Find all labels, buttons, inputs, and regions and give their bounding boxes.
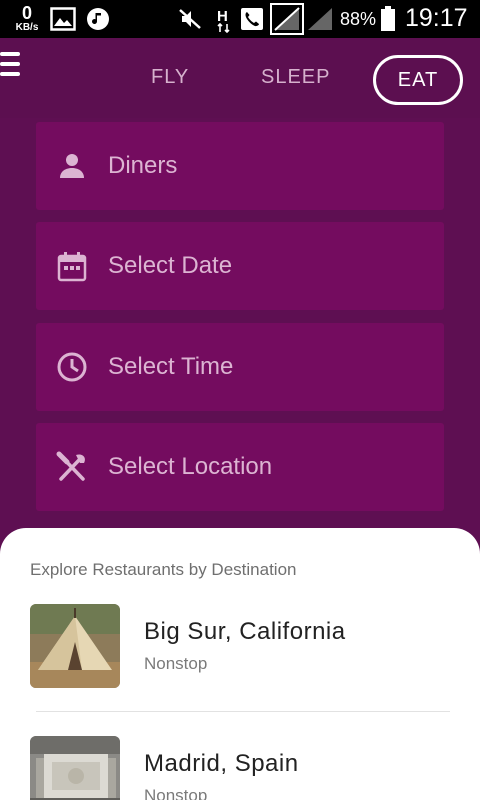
call-icon (241, 8, 263, 30)
clock-icon (57, 352, 87, 382)
battery-percent: 88% (340, 9, 377, 29)
destination-name: Big Sur, California (144, 618, 346, 645)
list-item[interactable]: Madrid, Spain Nonstop (0, 736, 480, 800)
explore-sheet: Explore Restaurants by Destination Big S… (0, 528, 480, 800)
destination-subtitle: Nonstop (144, 654, 208, 673)
clock: 19:17 (405, 4, 468, 32)
net-speed-value: 0 (21, 3, 32, 23)
battery-icon (381, 6, 395, 31)
tab-eat[interactable]: EAT (373, 55, 463, 105)
cutlery-icon (56, 451, 85, 481)
explore-heading: Explore Restaurants by Destination (30, 560, 297, 579)
top-navigation: FLY SLEEP EAT (0, 38, 480, 118)
list-divider (36, 711, 450, 712)
list-item[interactable]: Big Sur, California Nonstop (0, 604, 480, 704)
sim1-signal-icon (270, 3, 304, 35)
time-field[interactable]: Select Time (36, 323, 444, 411)
hamburger-menu-icon[interactable] (0, 52, 22, 78)
svg-text:H: H (217, 8, 228, 25)
diners-label: Diners (108, 152, 178, 179)
music-icon (87, 8, 109, 30)
tab-sleep[interactable]: SLEEP (261, 66, 330, 89)
net-speed-unit: KB/s (15, 22, 39, 33)
destination-subtitle: Nonstop (144, 786, 208, 800)
calendar-icon (57, 252, 87, 282)
location-field[interactable]: Select Location (36, 423, 444, 511)
location-label: Select Location (108, 453, 273, 480)
date-label: Select Date (108, 252, 233, 279)
gallery-icon (50, 7, 76, 31)
mute-icon (179, 9, 201, 29)
sim2-signal-icon (308, 8, 332, 30)
h-signal-icon: H (217, 8, 230, 33)
tent-thumbnail (30, 604, 120, 688)
diners-field[interactable]: Diners (36, 122, 444, 210)
net-speed: 0 KB/s (12, 4, 42, 33)
madrid-thumbnail (30, 736, 120, 800)
destination-name: Madrid, Spain (144, 750, 299, 777)
date-field[interactable]: Select Date (36, 222, 444, 310)
time-label: Select Time (108, 353, 234, 380)
person-icon (60, 154, 84, 178)
status-bar: 0 KB/s H 88% 19:17 (0, 0, 480, 38)
tab-fly[interactable]: FLY (151, 66, 189, 89)
